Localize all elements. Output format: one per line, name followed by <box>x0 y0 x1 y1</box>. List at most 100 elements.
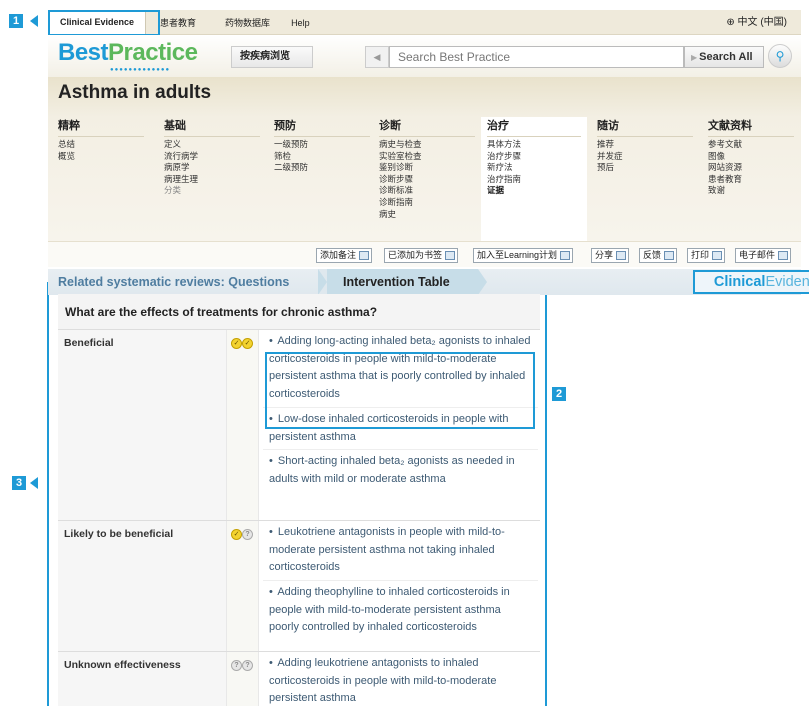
topic-col-highlights: 精粹 总结 概览 <box>58 117 144 241</box>
intervention-text: Adding theophylline to inhaled corticost… <box>269 586 510 633</box>
ce-logo-part-1: Clinical <box>713 274 766 290</box>
search-all-label: Search All <box>699 51 753 63</box>
topic-link[interactable]: 病史 <box>379 209 475 221</box>
topic-link[interactable]: 网站资源 <box>708 162 794 174</box>
callout-marker-1: 1 <box>9 14 23 28</box>
topic-col-head: 预防 <box>274 117 370 137</box>
topic-link[interactable]: 诊断指南 <box>379 197 475 209</box>
language-selector[interactable]: ⊕ 中文 (中国) <box>726 10 787 35</box>
topic-link[interactable]: 病史与检查 <box>379 139 475 151</box>
page-title: Asthma in adults <box>58 82 212 103</box>
topic-link[interactable]: 推荐 <box>597 139 693 151</box>
category-label: Unknown effectiveness <box>58 652 226 706</box>
topic-col-diagnosis: 诊断 病史与检查 实验室检查 鉴别诊断 诊断步骤 诊断标准 诊断指南 病史 <box>379 117 475 241</box>
print-button[interactable]: 打印 <box>687 248 726 263</box>
document-icon <box>560 251 571 260</box>
topic-link[interactable]: 预后 <box>597 162 693 174</box>
topic-col-head: 诊断 <box>379 117 475 137</box>
topic-link-current[interactable]: 证据 <box>487 185 581 197</box>
intervention-list: • Leukotriene antagonists in people with… <box>263 521 538 643</box>
callout-marker-3: 3 <box>12 476 26 490</box>
topic-link[interactable]: 并发症 <box>597 151 693 163</box>
globe-icon: ⊕ <box>726 17 735 28</box>
topic-link[interactable]: 病原学 <box>164 162 260 174</box>
topic-link[interactable]: 治疗步骤 <box>487 151 581 163</box>
topic-link[interactable]: 新疗法 <box>487 162 581 174</box>
share-button[interactable]: 分享 <box>591 248 630 263</box>
search-all-button[interactable]: ▶ Search All <box>684 46 764 68</box>
browse-by-disease-button[interactable]: 按疾病浏览 <box>231 46 313 68</box>
email-label: 电子邮件 <box>739 250 776 260</box>
topic-link[interactable]: 一级预防 <box>274 139 370 151</box>
bestpractice-logo[interactable]: BestPractice <box>58 39 198 67</box>
unknown-effectiveness-icon: ?? <box>231 660 255 672</box>
breadcrumb-questions[interactable]: Related systematic reviews: Questions <box>58 269 289 295</box>
topic-col-head: 精粹 <box>58 117 144 137</box>
topic-col-resources: 文献资料 参考文献 图像 网站资源 患者教育 致谢 <box>708 117 794 241</box>
topic-col-head: 基础 <box>164 117 260 137</box>
add-to-learning-plan-button[interactable]: 加入至Learning计划 <box>473 248 574 263</box>
topic-col-basics: 基础 定义 流行病学 病原学 病理生理 分类 <box>164 117 260 241</box>
topic-link[interactable]: 总结 <box>58 139 144 151</box>
header: BestPractice ●●●●●●●●●●●●● 按疾病浏览 ◀ Searc… <box>48 35 801 77</box>
topic-navigation: 精粹 总结 概览 基础 定义 流行病学 病原学 病理生理 分类 预防 一级预防 … <box>48 117 801 241</box>
topic-link[interactable]: 概览 <box>58 151 144 163</box>
ce-logo-part-2: Evidence <box>765 274 809 290</box>
topic-link[interactable]: 二级预防 <box>274 162 370 174</box>
topic-link[interactable]: 病理生理 <box>164 174 260 186</box>
intervention-text: Adding leukotriene antagonists to inhale… <box>269 657 497 704</box>
topic-link[interactable]: 筛检 <box>274 151 370 163</box>
topic-link[interactable]: 鉴别诊断 <box>379 162 475 174</box>
search-icon[interactable]: ⚲ <box>768 44 792 68</box>
email-button[interactable]: 电子邮件 <box>735 248 792 263</box>
first-intervention-highlight <box>265 352 535 429</box>
topic-col-treatment: 治疗 具体方法 治疗步骤 新疗法 治疗指南 证据 <box>481 117 587 241</box>
intervention-link[interactable]: • Short-acting inhaled beta₂ agonists as… <box>263 450 538 495</box>
breadcrumb-intervention-table[interactable]: Intervention Table <box>318 269 487 295</box>
clinical-evidence-highlight <box>48 10 160 36</box>
callout-arrow-left-icon <box>30 15 38 27</box>
bookmark-icon <box>445 251 456 260</box>
feedback-button[interactable]: 反馈 <box>639 248 678 263</box>
bookmark-button[interactable]: 已添加为书签 <box>384 248 459 263</box>
print-label: 打印 <box>691 250 710 260</box>
search-input[interactable]: Search Best Practice <box>389 46 684 68</box>
search-back-button[interactable]: ◀ <box>365 46 389 68</box>
evidence-cell: ✓ ✓ <box>226 330 259 520</box>
add-note-button[interactable]: 添加备注 <box>316 248 373 263</box>
topnav-drug-database[interactable]: 药物数据库 <box>207 16 281 29</box>
triangle-left-icon: ◀ <box>373 52 381 62</box>
callout-arrow-left-icon <box>30 477 38 489</box>
topic-col-prevention: 预防 一级预防 筛检 二级预防 <box>274 117 370 241</box>
topic-link[interactable]: 具体方法 <box>487 139 581 151</box>
beneficial-icon: ✓ ✓ <box>231 338 255 350</box>
category-label: Likely to be beneficial <box>58 521 226 651</box>
topic-link[interactable]: 流行病学 <box>164 151 260 163</box>
topic-link[interactable]: 患者教育 <box>708 174 794 186</box>
topic-link[interactable]: 诊断标准 <box>379 185 475 197</box>
topnav-help[interactable]: Help <box>281 18 321 28</box>
topic-link[interactable]: 定义 <box>164 139 260 151</box>
speech-bubble-icon <box>664 251 675 260</box>
topic-link[interactable]: 治疗指南 <box>487 174 581 186</box>
topic-link[interactable]: 图像 <box>708 151 794 163</box>
topic-link[interactable]: 分类 <box>164 185 260 197</box>
bookmark-label: 已添加为书签 <box>388 250 443 260</box>
clinical-evidence-logo[interactable]: ClinicalEvidence <box>693 270 809 294</box>
topic-link[interactable]: 参考文献 <box>708 139 794 151</box>
topic-section: Asthma in adults 精粹 总结 概览 基础 定义 流行病学 病原学… <box>48 77 801 241</box>
breadcrumb: Related systematic reviews: Questions In… <box>48 269 809 295</box>
topic-link[interactable]: 实验室检查 <box>379 151 475 163</box>
logo-dots: ●●●●●●●●●●●●● <box>110 67 171 73</box>
intervention-link[interactable]: • Adding leukotriene antagonists to inha… <box>263 652 538 706</box>
topic-link[interactable]: 致谢 <box>708 185 794 197</box>
table-title: What are the effects of treatments for c… <box>58 294 540 330</box>
intervention-link[interactable]: • Leukotriene antagonists in people with… <box>263 521 538 581</box>
topic-link[interactable]: 诊断步骤 <box>379 174 475 186</box>
category-label: Beneficial <box>58 330 226 520</box>
intervention-link[interactable]: • Adding theophylline to inhaled cortico… <box>263 581 538 643</box>
intervention-text: Short-acting inhaled beta₂ agonists as n… <box>269 455 515 485</box>
feedback-label: 反馈 <box>643 250 662 260</box>
add-note-label: 添加备注 <box>320 250 357 260</box>
top-nav-bar: Clinical Evidence 患者教育 药物数据库 Help ⊕ 中文 (… <box>48 10 801 35</box>
